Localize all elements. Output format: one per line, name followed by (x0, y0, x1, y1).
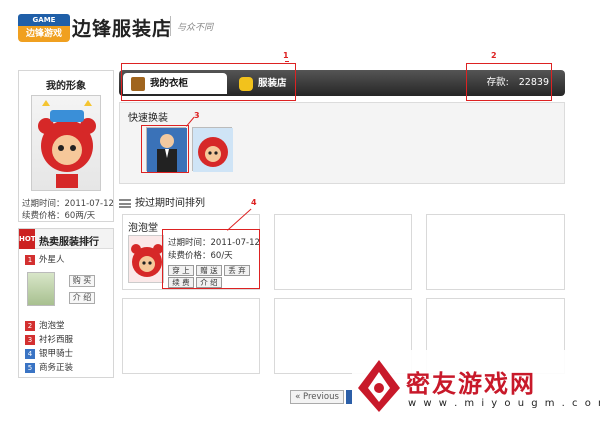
outfit-thumbnail-paopaotang[interactable] (192, 127, 233, 172)
rank-number: 1 (25, 254, 35, 265)
intro-button[interactable]: 介 绍 (69, 292, 95, 304)
profile-expire: 过期时间：2011-07-12 (22, 199, 114, 209)
ranking-item-5[interactable]: 5 商务正装 (25, 361, 73, 373)
ranking-item-3[interactable]: 3 衬衫西服 (25, 333, 73, 345)
ranking-header: HOT 热卖服装排行 (19, 229, 113, 249)
site-header: GAME 边锋游戏 边锋服装店 与众不同 (0, 0, 600, 56)
annotation-label-2: 2 (491, 51, 497, 60)
empty-item-slot (122, 298, 260, 374)
ranking-item-label: 泡泡堂 (39, 321, 65, 331)
watermark-name: 密友游戏网 (406, 370, 536, 398)
ranking-item-4[interactable]: 4 银甲骑士 (25, 347, 73, 359)
header-divider (170, 16, 171, 36)
site-watermark: 密友游戏网 w w w . m i y o u g m . c o m (352, 350, 600, 422)
hot-ranking-panel: HOT 热卖服装排行 1 外星人 购 买 介 绍 2 泡泡堂 3 衬衫西服 4 银甲骑士… (18, 228, 114, 378)
paopaotang-outfit-icon (193, 128, 233, 172)
sort-label: 按过期时间排列 (135, 198, 205, 209)
site-title: 边锋服装店 (72, 18, 173, 40)
annotation-box-4 (162, 229, 260, 289)
logo-main-text: 边锋游戏 (18, 26, 70, 42)
ranking-item-thumbnail[interactable] (27, 272, 55, 306)
annotation-box-3 (141, 125, 189, 173)
buy-button[interactable]: 购 买 (69, 275, 95, 287)
item-title: 泡泡堂 (128, 223, 158, 234)
avatar-character-icon (38, 100, 96, 188)
previous-page-button[interactable]: « Previous (290, 390, 344, 404)
ranking-item-1[interactable]: 1 外星人 (25, 253, 65, 265)
profile-title: 我的形象 (46, 81, 86, 92)
rank-number: 3 (25, 334, 35, 345)
quick-change-title: 快速换装 (128, 113, 168, 124)
rank-number: 5 (25, 362, 35, 373)
avatar (31, 95, 101, 191)
annotation-label-4: 4 (251, 198, 257, 207)
profile-price: 续费价格：60两/天 (22, 211, 96, 221)
site-slogan: 与众不同 (177, 23, 214, 33)
watermark-url: w w w . m i y o u g m . c o m (408, 398, 600, 409)
empty-item-slot (274, 214, 412, 290)
sort-by-expiry[interactable]: 按过期时间排列 (119, 194, 205, 209)
annotation-box-1 (121, 63, 296, 101)
ranking-item-label: 衬衫西服 (39, 335, 74, 345)
annotation-connector (285, 61, 289, 62)
annotation-label-1: 1 (283, 51, 289, 60)
sort-icon (119, 198, 131, 208)
ranking-item-label: 银甲骑士 (39, 349, 74, 359)
game-logo[interactable]: GAME 边锋游戏 (18, 14, 70, 42)
item-thumbnail[interactable] (128, 235, 164, 283)
empty-item-slot (426, 214, 565, 290)
logo-game-text: GAME (18, 14, 70, 26)
my-avatar-panel: 我的形象 过期时间：2011-07-12 续费价格：60两/天 (18, 70, 114, 222)
ranking-item-label: 外星人 (39, 255, 65, 265)
ranking-item-label: 商务正装 (39, 363, 74, 373)
miyou-logo-icon (358, 360, 400, 412)
annotation-label-3: 3 (194, 111, 200, 120)
annotation-box-2 (466, 63, 552, 101)
hot-badge: HOT (19, 229, 36, 249)
ranking-title: 热卖服装排行 (39, 237, 99, 248)
rank-number: 2 (25, 320, 35, 331)
ranking-item-2[interactable]: 2 泡泡堂 (25, 319, 65, 331)
rank-number: 4 (25, 348, 35, 359)
paopaotang-character-icon (131, 244, 163, 277)
